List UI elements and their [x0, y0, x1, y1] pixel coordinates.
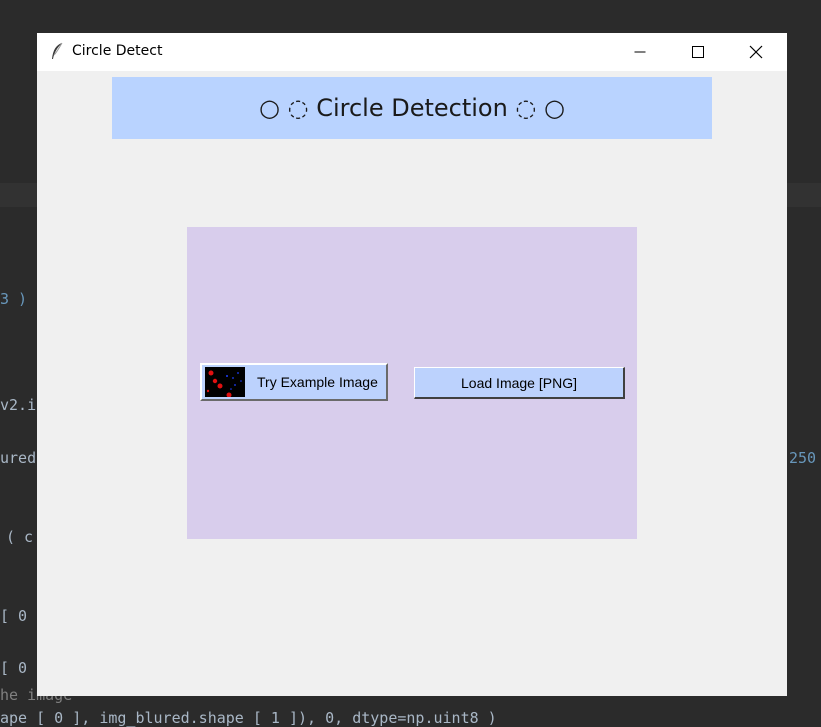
page-title: ○ ◌ Circle Detection ◌ ○	[259, 94, 565, 122]
maximize-button[interactable]	[669, 33, 727, 71]
feather-icon	[52, 42, 63, 59]
try-example-image-label: Try Example Image	[257, 374, 378, 390]
try-example-image-button[interactable]: Try Example Image	[200, 363, 388, 401]
close-button[interactable]	[727, 33, 785, 71]
code-fragment: [ 0	[0, 659, 28, 677]
code-fragment: v2.i	[0, 396, 37, 414]
minimize-icon	[634, 51, 646, 53]
code-fragment: 3 )	[0, 290, 28, 308]
close-icon	[749, 45, 763, 59]
code-fragment: 250	[789, 449, 817, 467]
minimize-button[interactable]	[611, 33, 669, 71]
code-fragment: [ 0	[0, 607, 28, 625]
app-window: Circle Detect ○ ◌ Circle Detection ◌ ○ T…	[37, 33, 787, 696]
example-thumbnail-graphic	[205, 367, 245, 397]
action-panel: Try Example Image Load Image [PNG]	[187, 227, 637, 539]
window-title: Circle Detect	[72, 43, 163, 59]
code-fragment: ured	[0, 449, 37, 467]
header-banner: ○ ◌ Circle Detection ◌ ○	[112, 77, 712, 139]
load-image-button[interactable]: Load Image [PNG]	[414, 367, 625, 399]
code-fragment: ( c	[6, 528, 34, 546]
title-bar[interactable]: Circle Detect	[37, 33, 787, 71]
example-image-thumbnail	[205, 367, 245, 397]
load-image-label: Load Image [PNG]	[461, 374, 577, 391]
code-fragment: ape [ 0 ], img_blured.shape [ 1 ]), 0, d…	[0, 709, 497, 727]
maximize-icon	[692, 46, 704, 58]
